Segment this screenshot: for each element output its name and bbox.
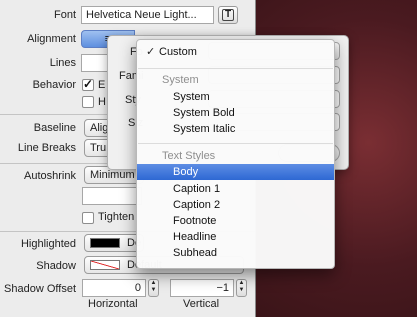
menu-item-body[interactable]: Body	[137, 164, 334, 180]
lines-label: Lines	[49, 57, 76, 69]
menu-separator	[138, 143, 333, 144]
horizontal-stepper[interactable]: ▲ ▼	[148, 279, 159, 297]
menu-item-footnote[interactable]: Footnote	[137, 213, 334, 229]
menu-item-custom[interactable]: Custom	[137, 44, 334, 60]
shadow-offset-label: Shadow Offset	[4, 283, 76, 295]
menu-item-system[interactable]: System	[137, 89, 334, 105]
menu-item-subhead[interactable]: Subhead	[137, 245, 334, 261]
tighten-label: Tighten	[98, 211, 135, 223]
baseline-label: Baseline	[33, 122, 76, 134]
menu-separator	[138, 68, 333, 69]
highlighted-color-popup[interactable]: De	[84, 234, 144, 252]
menu-item-headline[interactable]: Headline	[137, 229, 334, 245]
behavior-enabled-checkbox[interactable]: ✓	[82, 77, 94, 91]
autoshrink-label: Autoshrink	[24, 170, 76, 182]
alignment-label: Alignment	[27, 33, 76, 45]
menu-header-system: System	[162, 74, 199, 86]
shadow-offset-vertical-field[interactable]: −1	[170, 279, 234, 297]
font-field[interactable]: Helvetica Neue Light...	[81, 6, 214, 24]
vertical-stepper[interactable]: ▲ ▼	[236, 279, 247, 297]
font-dropdown-menu: ✓ Custom System System System Bold Syste…	[136, 39, 335, 269]
menu-header-text-styles: Text Styles	[162, 150, 216, 162]
black-color-swatch	[90, 238, 120, 248]
behavior-highlighted-checkbox[interactable]	[82, 96, 94, 108]
vertical-caption: Vertical	[183, 298, 220, 310]
shadow-offset-horizontal-field[interactable]: 0	[82, 279, 146, 297]
highlighted-label: Highlighted	[20, 238, 76, 250]
menu-item-system-italic[interactable]: System Italic	[137, 121, 334, 137]
stepper-up-icon: ▲	[238, 280, 245, 286]
stepper-up-icon: ▲	[150, 280, 157, 286]
font-label: Font	[53, 9, 76, 21]
behavior-enabled-label: E	[98, 79, 106, 91]
font-picker-button[interactable]: T	[218, 6, 238, 24]
font-t-icon: T	[222, 9, 234, 21]
stepper-down-icon: ▼	[238, 287, 245, 293]
behavior-label: Behavior	[32, 79, 76, 91]
checkmark-icon: ✓	[83, 77, 94, 91]
shadow-label: Shadow	[36, 260, 76, 272]
behavior-highlighted-label: H	[98, 96, 106, 108]
horizontal-caption: Horizontal	[88, 298, 138, 310]
menu-item-caption-1[interactable]: Caption 1	[137, 181, 334, 197]
no-color-swatch	[90, 260, 120, 270]
autoshrink-value-field[interactable]	[82, 187, 142, 205]
menu-item-caption-2[interactable]: Caption 2	[137, 197, 334, 213]
menu-item-system-bold[interactable]: System Bold	[137, 105, 334, 121]
stepper-down-icon: ▼	[150, 287, 157, 293]
tighten-checkbox[interactable]	[82, 212, 94, 224]
line-breaks-label: Line Breaks	[17, 142, 76, 154]
